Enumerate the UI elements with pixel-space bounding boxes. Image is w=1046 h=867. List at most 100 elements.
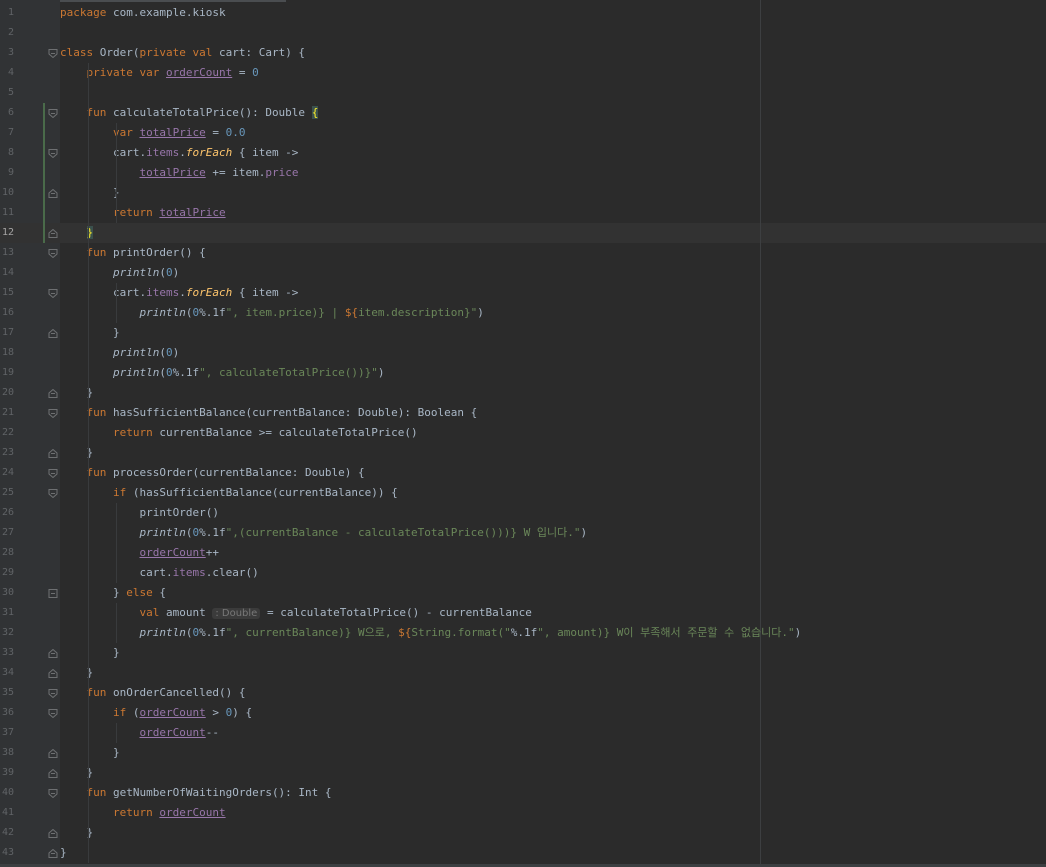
fold-marker-icon[interactable] xyxy=(48,709,58,718)
fold-marker-icon[interactable] xyxy=(48,489,58,498)
fold-marker-icon[interactable] xyxy=(48,249,58,258)
code-text[interactable]: cart.items.forEach { item -> xyxy=(60,143,298,163)
fold-marker-icon[interactable] xyxy=(48,649,58,658)
code-line[interactable]: 17 } xyxy=(0,323,1046,343)
code-line[interactable]: 11 return totalPrice xyxy=(0,203,1046,223)
fold-marker-icon[interactable] xyxy=(48,329,58,338)
fold-marker-icon[interactable] xyxy=(48,49,58,58)
code-line[interactable]: 41 return orderCount xyxy=(0,803,1046,823)
code-text[interactable]: println(0%.1f", calculateTotalPrice())}"… xyxy=(60,363,385,383)
fold-marker-icon[interactable] xyxy=(48,449,58,458)
code-line[interactable]: 10 } xyxy=(0,183,1046,203)
code-line[interactable]: 27 println(0%.1f",(currentBalance - calc… xyxy=(0,523,1046,543)
fold-marker-icon[interactable] xyxy=(48,829,58,838)
fold-marker-icon[interactable] xyxy=(48,149,58,158)
code-text[interactable]: cart.items.clear() xyxy=(60,563,258,583)
code-line[interactable]: 15 cart.items.forEach { item -> xyxy=(0,283,1046,303)
code-line[interactable]: 31 val amount : Double = calculateTotalP… xyxy=(0,603,1046,623)
code-line[interactable]: 23 } xyxy=(0,443,1046,463)
fold-marker-icon[interactable] xyxy=(48,749,58,758)
fold-marker-icon[interactable] xyxy=(48,409,58,418)
code-text[interactable]: totalPrice += item.price xyxy=(60,163,298,183)
code-line[interactable]: 35 fun onOrderCancelled() { xyxy=(0,683,1046,703)
code-line[interactable]: 16 println(0%.1f", item.price)} | ${item… xyxy=(0,303,1046,323)
code-line[interactable]: 3 class Order(private val cart: Cart) { xyxy=(0,43,1046,63)
fold-marker-icon[interactable] xyxy=(48,789,58,798)
code-text[interactable]: return totalPrice xyxy=(60,203,226,223)
fold-marker-icon[interactable] xyxy=(48,389,58,398)
code-line[interactable]: 40 fun getNumberOfWaitingOrders(): Int { xyxy=(0,783,1046,803)
code-text[interactable]: println(0%.1f",(currentBalance - calcula… xyxy=(60,523,587,543)
fold-marker-icon[interactable] xyxy=(48,109,58,118)
code-editor[interactable]: 1 package com.example.kiosk 2 3 class Order(… xyxy=(0,0,1046,867)
code-text[interactable]: } xyxy=(60,743,120,763)
fold-marker-icon[interactable] xyxy=(48,689,58,698)
code-line[interactable]: 25 if (hasSufficientBalance(currentBalan… xyxy=(0,483,1046,503)
code-line[interactable]: 13 fun printOrder() { xyxy=(0,243,1046,263)
code-text[interactable]: return currentBalance >= calculateTotalP… xyxy=(60,423,418,443)
code-line[interactable]: 2 xyxy=(0,23,1046,43)
code-line[interactable]: 43} xyxy=(0,843,1046,863)
code-text[interactable]: fun calculateTotalPrice(): Double { xyxy=(60,103,319,123)
code-line[interactable]: 34 } xyxy=(0,663,1046,683)
fold-marker-icon[interactable] xyxy=(48,229,58,238)
code-line[interactable]: 5 xyxy=(0,83,1046,103)
code-text[interactable]: cart.items.forEach { item -> xyxy=(60,283,298,303)
indent-guide xyxy=(88,63,89,863)
code-text[interactable]: val amount : Double = calculateTotalPric… xyxy=(60,603,532,624)
code-line[interactable]: 36 if (orderCount > 0) { xyxy=(0,703,1046,723)
code-line[interactable]: 20 } xyxy=(0,383,1046,403)
code-line[interactable]: 28 orderCount++ xyxy=(0,543,1046,563)
code-text[interactable]: } xyxy=(60,323,120,343)
code-text[interactable]: orderCount-- xyxy=(60,723,218,743)
code-line[interactable]: 24 fun processOrder(currentBalance: Doub… xyxy=(0,463,1046,483)
code-line[interactable]: 14 println(0) xyxy=(0,263,1046,283)
code-line[interactable]: 8 cart.items.forEach { item -> xyxy=(0,143,1046,163)
fold-marker-icon[interactable] xyxy=(48,669,58,678)
code-text[interactable]: } xyxy=(60,643,120,663)
code-text[interactable]: package com.example.kiosk xyxy=(60,3,226,23)
code-line[interactable]: 18 println(0) xyxy=(0,343,1046,363)
code-line[interactable]: 12 } xyxy=(0,223,1046,243)
fold-marker-icon[interactable] xyxy=(48,469,58,478)
code-line[interactable]: 7 var totalPrice = 0.0 xyxy=(0,123,1046,143)
code-text[interactable]: } xyxy=(60,183,120,203)
code-text[interactable]: fun printOrder() { xyxy=(60,243,206,263)
code-line[interactable]: 38 } xyxy=(0,743,1046,763)
code-text[interactable]: private var orderCount = 0 xyxy=(60,63,259,83)
code-text[interactable]: if (hasSufficientBalance(currentBalance)… xyxy=(60,483,398,503)
code-text[interactable]: printOrder() xyxy=(60,503,218,523)
code-text[interactable]: fun hasSufficientBalance(currentBalance:… xyxy=(60,403,478,423)
code-line[interactable]: 37 orderCount-- xyxy=(0,723,1046,743)
code-line[interactable]: 32 println(0%.1f", currentBalance)} W으로,… xyxy=(0,623,1046,643)
code-line[interactable]: 4 private var orderCount = 0 xyxy=(0,63,1046,83)
code-line[interactable]: 1 package com.example.kiosk xyxy=(0,3,1046,23)
code-text[interactable]: println(0) xyxy=(60,343,179,363)
code-text[interactable]: } xyxy=(60,843,67,863)
code-line[interactable]: 19 println(0%.1f", calculateTotalPrice()… xyxy=(0,363,1046,383)
code-line[interactable]: 26 printOrder() xyxy=(0,503,1046,523)
code-text[interactable]: println(0%.1f", currentBalance)} W으로, ${… xyxy=(60,623,801,643)
code-line[interactable]: 42 } xyxy=(0,823,1046,843)
fold-marker-icon[interactable] xyxy=(48,189,58,198)
code-text[interactable]: orderCount++ xyxy=(60,543,218,563)
code-text[interactable]: } else { xyxy=(60,583,166,603)
code-line[interactable]: 21 fun hasSufficientBalance(currentBalan… xyxy=(0,403,1046,423)
fold-marker-icon[interactable] xyxy=(48,849,58,858)
fold-marker-icon[interactable] xyxy=(48,589,58,598)
code-line[interactable]: 22 return currentBalance >= calculateTot… xyxy=(0,423,1046,443)
code-text[interactable]: class Order(private val cart: Cart) { xyxy=(60,43,305,63)
code-line[interactable]: 33 } xyxy=(0,643,1046,663)
code-text[interactable]: fun processOrder(currentBalance: Double)… xyxy=(60,463,365,483)
code-text[interactable]: return orderCount xyxy=(60,803,226,823)
code-text[interactable]: println(0) xyxy=(60,263,179,283)
code-text[interactable]: println(0%.1f", item.price)} | ${item.de… xyxy=(60,303,483,323)
code-text[interactable]: fun getNumberOfWaitingOrders(): Int { xyxy=(60,783,332,803)
code-line[interactable]: 9 totalPrice += item.price xyxy=(0,163,1046,183)
fold-marker-icon[interactable] xyxy=(48,289,58,298)
code-line[interactable]: 30 } else { xyxy=(0,583,1046,603)
code-line[interactable]: 29 cart.items.clear() xyxy=(0,563,1046,583)
fold-marker-icon[interactable] xyxy=(48,769,58,778)
code-line[interactable]: 39 } xyxy=(0,763,1046,783)
code-line[interactable]: 6 fun calculateTotalPrice(): Double { xyxy=(0,103,1046,123)
